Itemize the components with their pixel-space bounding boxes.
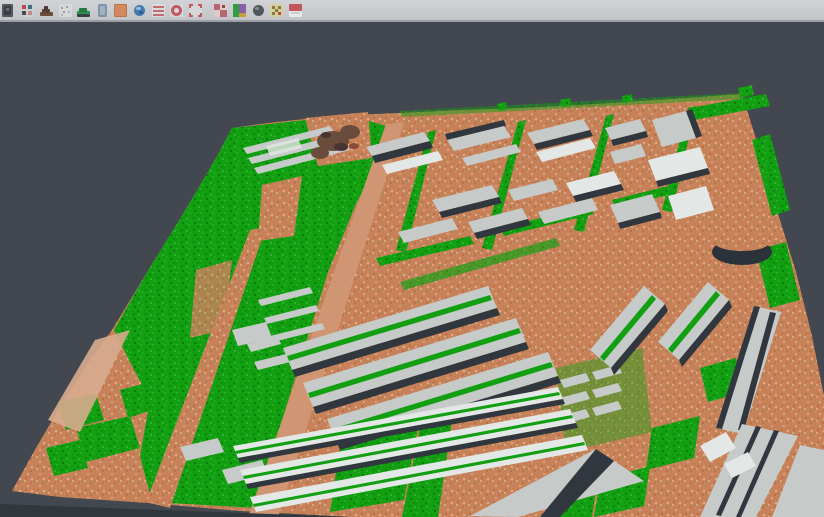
- rust-roof: [349, 143, 359, 149]
- circle-select-icon: [169, 3, 184, 18]
- rect-select-icon: [188, 3, 203, 18]
- transparency-checker-button[interactable]: [212, 2, 229, 19]
- terrain-model-button[interactable]: [38, 2, 55, 19]
- rect-select-button[interactable]: [187, 2, 204, 19]
- point-cloud-icon: [58, 3, 73, 18]
- tree-canopy: [311, 147, 329, 159]
- classify-points-icon: [20, 3, 35, 18]
- tree-shadow: [321, 132, 331, 138]
- select-tool-button[interactable]: [1, 2, 18, 19]
- classify-points-button[interactable]: [19, 2, 36, 19]
- layers-icon: [288, 3, 303, 18]
- profile-view-button[interactable]: [94, 2, 111, 19]
- vegetation-surface-button[interactable]: [75, 2, 92, 19]
- globe-icon: [132, 3, 147, 18]
- classification-list-icon: [151, 3, 166, 18]
- tree-shadow: [334, 143, 348, 151]
- classification-colormap-button[interactable]: [231, 2, 248, 19]
- main-toolbar: [0, 0, 824, 22]
- profile-view-icon: [95, 3, 110, 18]
- terrain-model-icon: [39, 3, 54, 18]
- render-sphere-icon: [251, 3, 266, 18]
- clear-selection-button[interactable]: [268, 2, 285, 19]
- point-cloud-scene: [0, 22, 824, 517]
- render-sphere-button[interactable]: [250, 2, 267, 19]
- tree-canopy: [340, 125, 360, 139]
- select-tool-icon: [2, 3, 17, 18]
- clear-selection-icon: [269, 3, 284, 18]
- point-cloud-button[interactable]: [57, 2, 74, 19]
- circle-select-button[interactable]: [168, 2, 185, 19]
- 3d-viewport[interactable]: [0, 22, 824, 517]
- vegetation-surface-icon: [76, 3, 91, 18]
- transparency-checker-icon: [213, 3, 228, 18]
- area-select-icon: [113, 3, 128, 18]
- classification-colormap-icon: [232, 3, 247, 18]
- app-window: [0, 0, 824, 517]
- tree-bump: [738, 85, 754, 98]
- globe-button[interactable]: [131, 2, 148, 19]
- classification-list-button[interactable]: [150, 2, 167, 19]
- area-select-button[interactable]: [112, 2, 129, 19]
- pond-bank: [715, 235, 769, 251]
- layers-button[interactable]: [287, 2, 304, 19]
